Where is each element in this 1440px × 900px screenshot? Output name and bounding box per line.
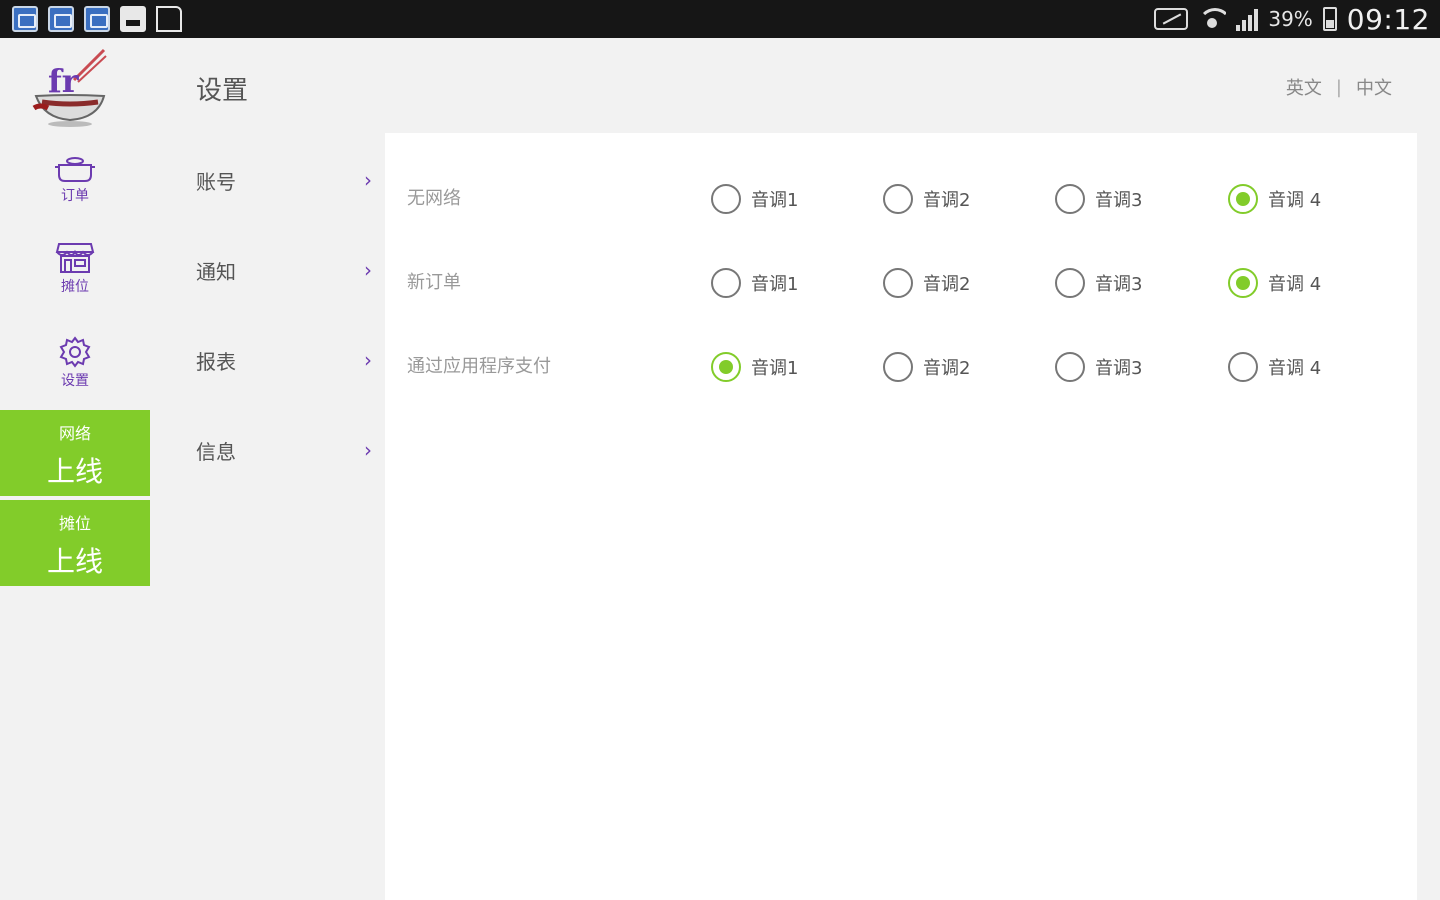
radio-button[interactable] — [883, 184, 913, 214]
menu-item-reports[interactable]: 报表 › — [150, 315, 384, 405]
notification-icons — [12, 6, 182, 32]
tone-option[interactable]: 音调 4 — [1228, 337, 1321, 397]
nav-rail: fr 订单 摊位 设置 网络 上线 摊位 上线 — [0, 38, 150, 900]
stall-status-value: 上线 — [46, 545, 103, 578]
tone-label: 音调 4 — [1268, 358, 1322, 379]
radio-button[interactable] — [1228, 184, 1258, 214]
rail-label-settings: 设置 — [61, 373, 89, 389]
menu-item-label: 账号 — [196, 169, 236, 194]
notification-app-icon — [84, 6, 110, 32]
tone-label: 音调1 — [751, 358, 799, 379]
clock: 09:12 — [1346, 2, 1430, 36]
chevron-right-icon: › — [364, 168, 372, 192]
radio-button[interactable] — [883, 352, 913, 382]
lang-separator: | — [1335, 76, 1342, 98]
rail-item-orders[interactable]: 订单 — [0, 136, 150, 222]
tone-label: 音调 4 — [1268, 190, 1322, 211]
tone-label: 音调1 — [751, 274, 799, 295]
chevron-right-icon: › — [364, 348, 372, 372]
tone-option[interactable]: 音调 4 — [1228, 169, 1321, 229]
page-title: 设置 — [196, 76, 249, 106]
tone-option[interactable]: 音调 4 — [1228, 253, 1321, 313]
stall-status-title: 摊位 — [58, 514, 91, 533]
stall-icon — [55, 243, 95, 273]
menu-item-label: 信息 — [196, 439, 236, 464]
gear-icon — [59, 336, 91, 368]
tone-label: 音调2 — [923, 358, 971, 379]
radio-button[interactable] — [711, 184, 741, 214]
radio-button[interactable] — [1228, 352, 1258, 382]
tone-option[interactable]: 音调3 — [1055, 169, 1142, 229]
notification-settings-panel: 无网络 音调1 音调2 音调3 音调 4 新订单 音调1 音调2 音调3 音调 … — [385, 133, 1417, 900]
rail-label-stall: 摊位 — [61, 279, 89, 295]
lang-english-link[interactable]: 英文 — [1286, 74, 1322, 100]
image-icon — [120, 6, 146, 32]
mute-icon — [1154, 8, 1189, 30]
tone-label: 音调3 — [1095, 190, 1143, 211]
setting-row-label: 新订单 — [407, 272, 461, 293]
menu-item-notifications[interactable]: 通知 › — [150, 225, 384, 315]
document-icon — [156, 6, 182, 32]
notification-app-icon — [48, 6, 74, 32]
rail-item-stall[interactable]: 摊位 — [0, 226, 150, 312]
setting-row-label: 无网络 — [407, 188, 461, 209]
rail-label-orders: 订单 — [61, 188, 89, 204]
menu-item-info[interactable]: 信息 › — [150, 405, 384, 495]
radio-button[interactable] — [711, 352, 741, 382]
notification-app-icon — [12, 6, 38, 32]
radio-button[interactable] — [1055, 268, 1085, 298]
tone-option[interactable]: 音调1 — [711, 253, 798, 313]
battery-icon — [1322, 7, 1337, 31]
rail-item-settings[interactable]: 设置 — [0, 320, 150, 406]
wifi-icon — [1198, 6, 1227, 32]
setting-row-app-payment: 通过应用程序支付 音调1 音调2 音调3 音调 4 — [385, 337, 1417, 397]
signal-icon — [1236, 7, 1259, 31]
tone-label: 音调3 — [1095, 274, 1143, 295]
radio-button[interactable] — [1055, 184, 1085, 214]
tone-label: 音调2 — [923, 190, 971, 211]
chevron-right-icon: › — [364, 438, 372, 462]
setting-row-label: 通过应用程序支付 — [407, 356, 551, 377]
radio-button[interactable] — [1055, 352, 1085, 382]
setting-row-new-order: 新订单 音调1 音调2 音调3 音调 4 — [385, 253, 1417, 313]
radio-button[interactable] — [883, 268, 913, 298]
tone-option[interactable]: 音调2 — [883, 169, 970, 229]
tone-label: 音调2 — [923, 274, 971, 295]
setting-row-no-network: 无网络 音调1 音调2 音调3 音调 4 — [385, 169, 1417, 229]
language-switcher: 英文 | 中文 — [1286, 74, 1392, 100]
tone-label: 音调 4 — [1268, 274, 1322, 295]
fr-wok-logo: fr — [32, 48, 107, 127]
battery-percent: 39% — [1268, 7, 1313, 31]
tone-label: 音调3 — [1095, 358, 1143, 379]
lang-chinese-link[interactable]: 中文 — [1356, 74, 1392, 100]
radio-button[interactable] — [1228, 268, 1258, 298]
tone-option[interactable]: 音调3 — [1055, 253, 1142, 313]
tone-option[interactable]: 音调1 — [711, 337, 798, 397]
menu-item-account[interactable]: 账号 › — [150, 135, 384, 225]
network-status-title: 网络 — [58, 424, 91, 443]
tone-option[interactable]: 音调1 — [711, 169, 798, 229]
menu-item-label: 报表 — [196, 349, 236, 374]
tone-label: 音调1 — [751, 190, 799, 211]
tone-option[interactable]: 音调2 — [883, 253, 970, 313]
system-indicators: 39% 09:12 — [1154, 0, 1430, 38]
radio-button[interactable] — [711, 268, 741, 298]
menu-item-label: 通知 — [196, 259, 236, 284]
chevron-right-icon: › — [364, 258, 372, 282]
pot-icon — [55, 157, 95, 182]
network-status-value: 上线 — [46, 455, 103, 488]
settings-menu: 账号 › 通知 › 报表 › 信息 › — [150, 135, 384, 495]
status-bar: 39% 09:12 — [0, 0, 1440, 38]
tone-option[interactable]: 音调3 — [1055, 337, 1142, 397]
network-status-block[interactable]: 网络 上线 — [0, 410, 150, 496]
stall-status-block[interactable]: 摊位 上线 — [0, 500, 150, 586]
tone-option[interactable]: 音调2 — [883, 337, 970, 397]
